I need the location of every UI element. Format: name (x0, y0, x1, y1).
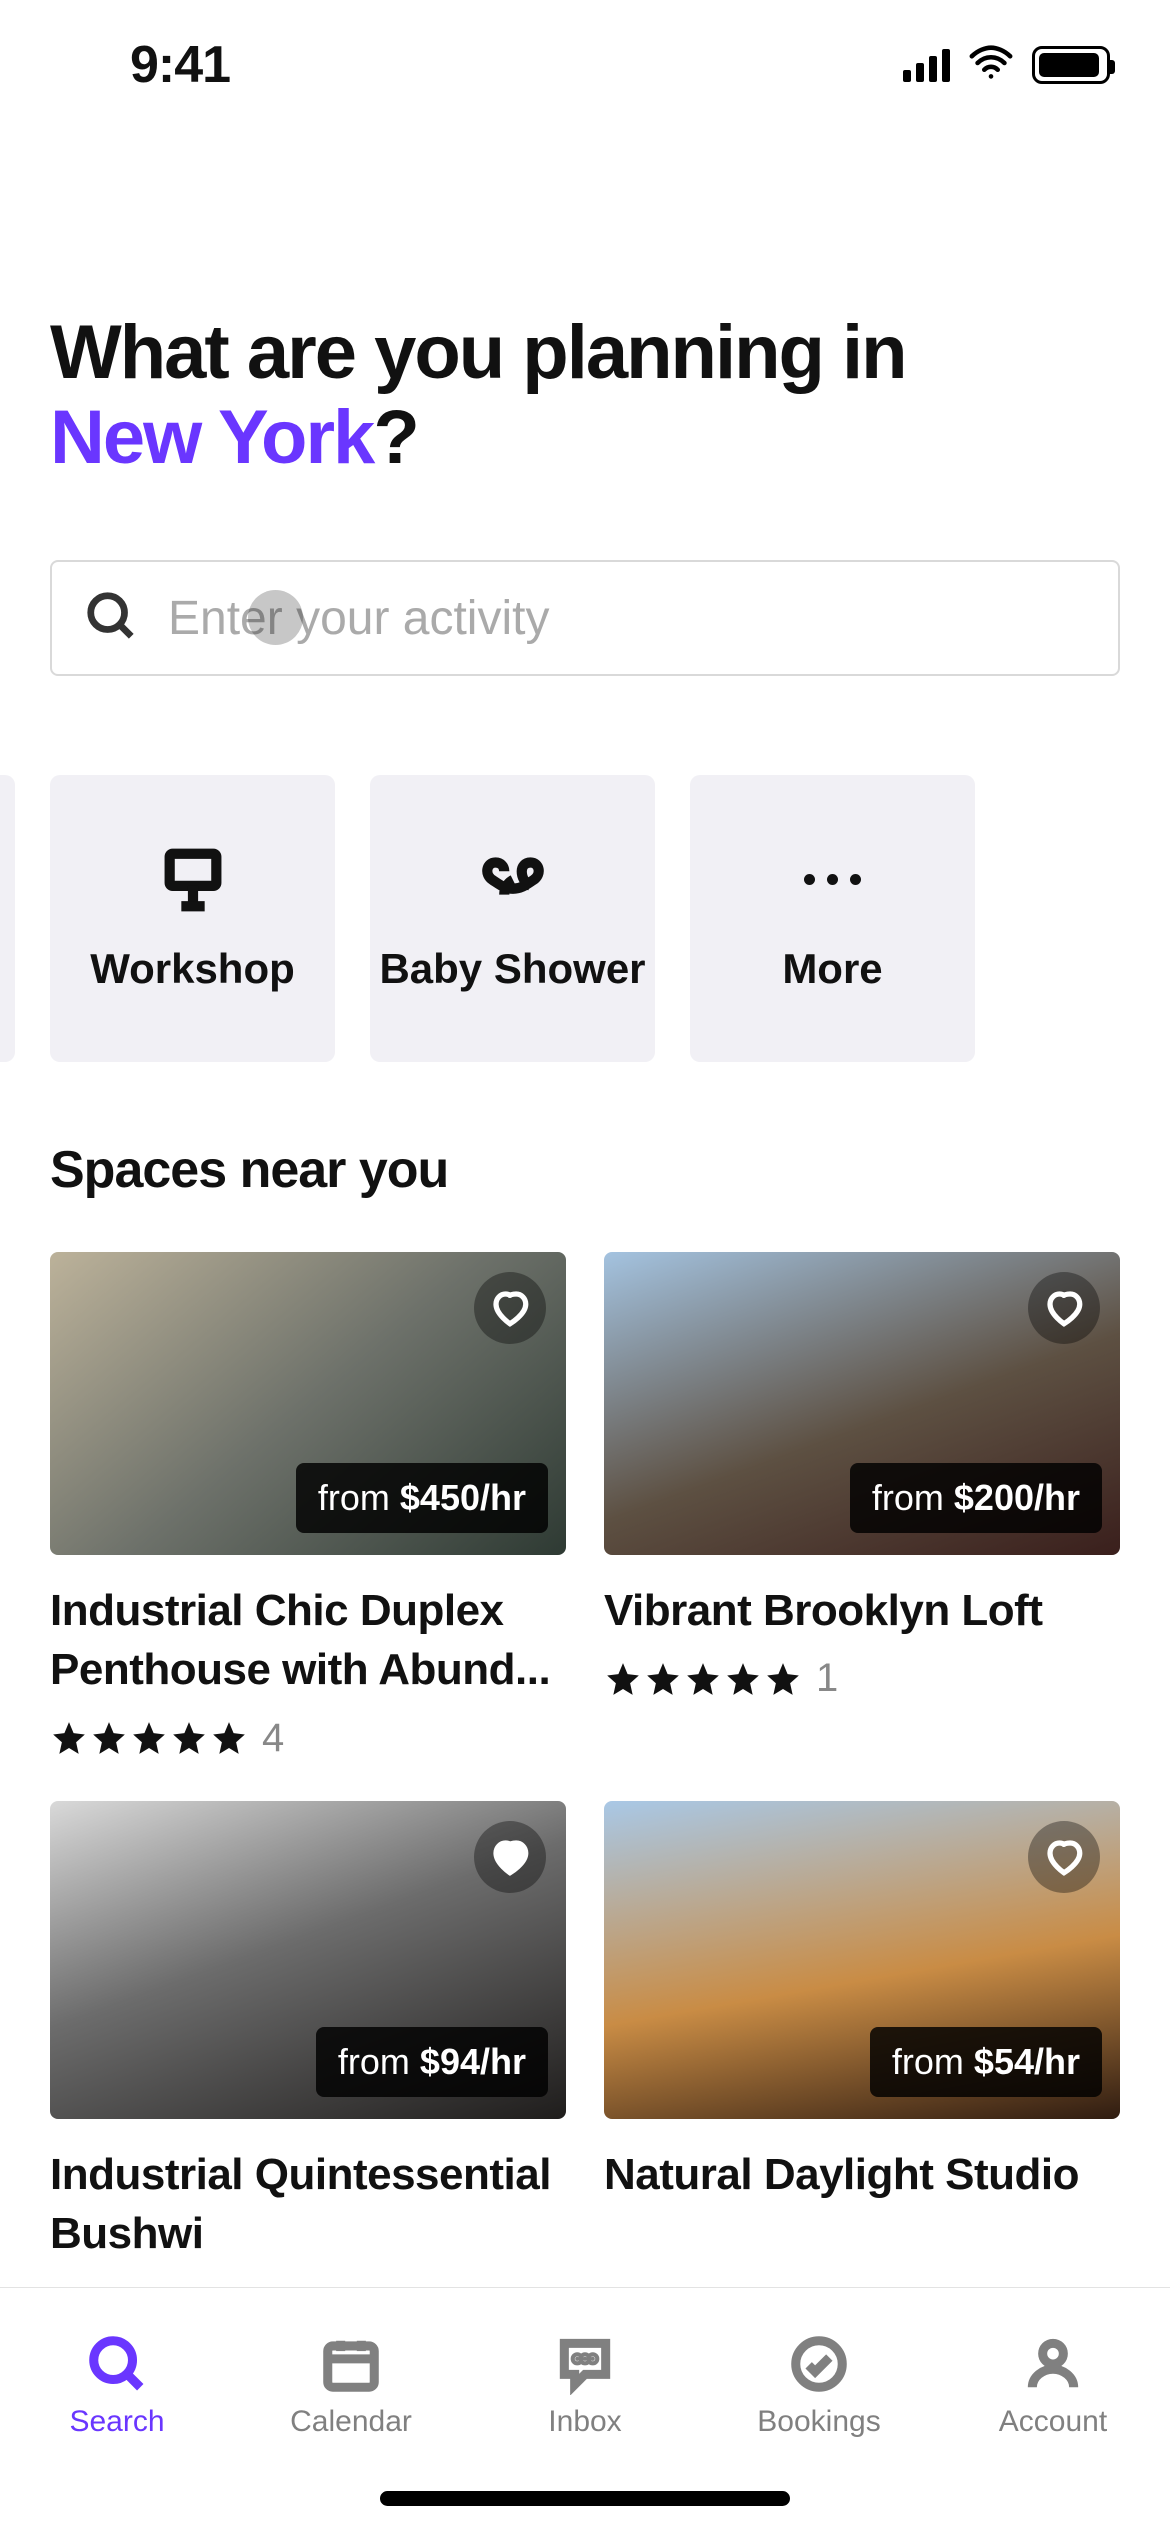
tab-calendar[interactable]: Calendar (234, 2288, 468, 2484)
favorite-button[interactable] (1028, 1272, 1100, 1344)
listing-title: Industrial Quintessential Bushwi (50, 2145, 566, 2264)
favorite-button[interactable] (474, 1272, 546, 1344)
review-count: 1 (816, 1656, 838, 1701)
listing-card[interactable]: from $94/hr Industrial Quintessential Bu… (50, 1801, 566, 2264)
review-count: 4 (262, 1716, 284, 1761)
category-label: Workshop (90, 945, 295, 993)
category-label: More (782, 945, 882, 993)
person-icon (1022, 2333, 1084, 2395)
tab-label: Inbox (548, 2405, 621, 2439)
check-circle-icon (788, 2333, 850, 2395)
listing-card[interactable]: from $54/hr Natural Daylight Studio (604, 1801, 1120, 2264)
status-time: 9:41 (130, 35, 230, 95)
listings-grid: from $450/hr Industrial Chic Duplex Pent… (50, 1252, 1120, 2264)
star-icons (604, 1660, 802, 1698)
status-bar: 9:41 (0, 0, 1170, 130)
listing-rating: 1 (604, 1656, 1120, 1701)
tab-inbox[interactable]: Inbox (468, 2288, 702, 2484)
listing-thumb[interactable]: from $200/hr (604, 1252, 1120, 1555)
price-badge: from $94/hr (316, 2027, 548, 2097)
header-prefix: What are you planning in (50, 310, 906, 395)
category-label: Baby Shower (379, 945, 645, 993)
listing-rating: 4 (50, 1716, 566, 1761)
category-more[interactable]: More (690, 775, 975, 1062)
location-link[interactable]: New York (50, 395, 373, 480)
tab-label: Bookings (757, 2405, 880, 2439)
tab-label: Search (69, 2405, 164, 2439)
tab-label: Account (999, 2405, 1107, 2439)
category-meeting[interactable]: eting (0, 775, 15, 1062)
listing-title: Industrial Chic Duplex Penthouse with Ab… (50, 1581, 566, 1700)
home-indicator[interactable] (380, 2491, 790, 2506)
category-row[interactable]: eting Workshop Baby Shower More (0, 775, 1170, 1062)
search-icon (84, 589, 138, 648)
listing-thumb[interactable]: from $54/hr (604, 1801, 1120, 2119)
status-icons (903, 40, 1110, 91)
search-icon (86, 2333, 148, 2395)
more-icon (804, 845, 861, 915)
tab-label: Calendar (290, 2405, 412, 2439)
inbox-icon (554, 2333, 616, 2395)
listing-card[interactable]: from $450/hr Industrial Chic Duplex Pent… (50, 1252, 566, 1761)
header-suffix: ? (373, 395, 417, 480)
favorite-button[interactable] (1028, 1821, 1100, 1893)
listing-thumb[interactable]: from $94/hr (50, 1801, 566, 2119)
wifi-icon (968, 40, 1014, 91)
pretzel-icon (478, 845, 548, 915)
listing-title: Vibrant Brooklyn Loft (604, 1581, 1120, 1640)
battery-icon (1032, 46, 1110, 84)
listing-title: Natural Daylight Studio (604, 2145, 1120, 2204)
easel-icon (158, 845, 228, 915)
star-icons (50, 1719, 248, 1757)
cellular-icon (903, 49, 950, 82)
listing-thumb[interactable]: from $450/hr (50, 1252, 566, 1555)
tab-bookings[interactable]: Bookings (702, 2288, 936, 2484)
section-title-near-you: Spaces near you (50, 1140, 448, 1200)
price-badge: from $54/hr (870, 2027, 1102, 2097)
price-badge: from $450/hr (296, 1463, 548, 1533)
listing-card[interactable]: from $200/hr Vibrant Brooklyn Loft 1 (604, 1252, 1120, 1761)
price-badge: from $200/hr (850, 1463, 1102, 1533)
category-workshop[interactable]: Workshop (50, 775, 335, 1062)
search-input[interactable] (168, 591, 1086, 646)
tab-search[interactable]: Search (0, 2288, 234, 2484)
calendar-icon (320, 2333, 382, 2395)
search-box[interactable] (50, 560, 1120, 676)
page-title: What are you planning in New York? (50, 310, 1120, 480)
favorite-button[interactable] (474, 1821, 546, 1893)
category-baby-shower[interactable]: Baby Shower (370, 775, 655, 1062)
tab-account[interactable]: Account (936, 2288, 1170, 2484)
